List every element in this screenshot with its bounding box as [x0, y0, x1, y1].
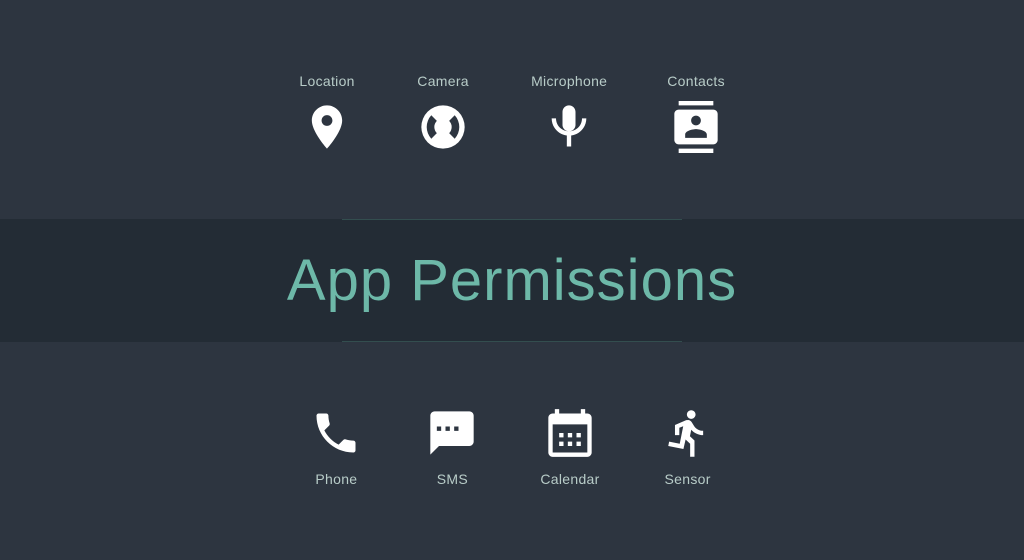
sensor-icon: [660, 405, 716, 461]
permission-sensor: Sensor: [660, 405, 716, 487]
contacts-icon: [668, 99, 724, 155]
permission-location: Location: [299, 73, 355, 155]
sms-icon: [424, 405, 480, 461]
sensor-label: Sensor: [665, 471, 711, 487]
microphone-label: Microphone: [531, 73, 607, 89]
location-label: Location: [299, 73, 354, 89]
camera-icon: [415, 99, 471, 155]
microphone-icon: [541, 99, 597, 155]
camera-label: Camera: [417, 73, 469, 89]
top-permissions-section: Location Camera: [0, 0, 1024, 219]
bottom-permissions-grid: Phone SMS Calendar: [308, 405, 715, 487]
permission-sms: SMS: [424, 405, 480, 487]
contacts-label: Contacts: [667, 73, 725, 89]
title-section: App Permissions: [0, 219, 1024, 342]
location-icon: [299, 99, 355, 155]
permission-contacts: Contacts: [667, 73, 725, 155]
permission-camera: Camera: [415, 73, 471, 155]
permission-phone: Phone: [308, 405, 364, 487]
app-permissions-title: App Permissions: [287, 247, 737, 314]
calendar-icon: [542, 405, 598, 461]
phone-icon: [308, 405, 364, 461]
permission-calendar: Calendar: [540, 405, 599, 487]
calendar-label: Calendar: [540, 471, 599, 487]
bottom-permissions-section: Phone SMS Calendar: [0, 342, 1024, 560]
permission-microphone: Microphone: [531, 73, 607, 155]
sms-label: SMS: [437, 471, 468, 487]
top-permissions-grid: Location Camera: [299, 73, 725, 155]
phone-label: Phone: [315, 471, 357, 487]
